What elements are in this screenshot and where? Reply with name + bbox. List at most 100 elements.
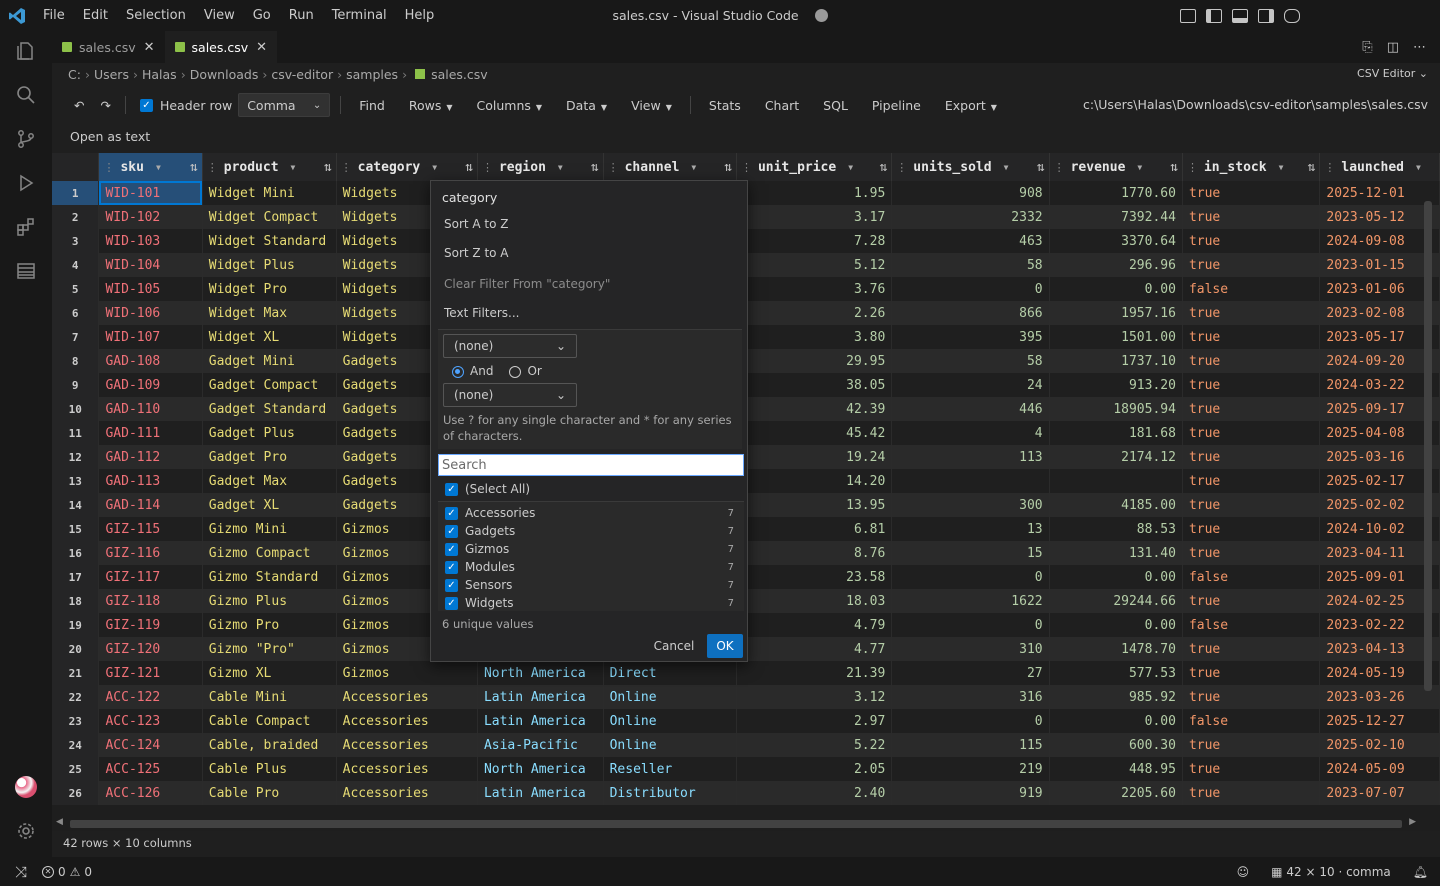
cell-units_sold[interactable]: 395 bbox=[891, 325, 1050, 349]
cell-in_stock[interactable]: true bbox=[1182, 517, 1321, 541]
column-header-region[interactable]: ⋮ region ▼ ⇅ bbox=[477, 153, 604, 181]
cell-in_stock[interactable]: true bbox=[1182, 301, 1321, 325]
row-number[interactable]: 21 bbox=[52, 661, 100, 685]
columns-menu-button[interactable]: Columns ▼ bbox=[465, 98, 555, 113]
filter-value-item[interactable]: ✓ Gizmos 7 bbox=[445, 542, 737, 556]
cell-revenue[interactable]: 296.96 bbox=[1049, 253, 1183, 277]
cell-category[interactable]: Accessories bbox=[336, 709, 478, 733]
cell-revenue[interactable]: 913.20 bbox=[1049, 373, 1183, 397]
cell-unit_price[interactable]: 21.39 bbox=[736, 661, 893, 685]
cell-product[interactable]: Cable Mini bbox=[202, 685, 337, 709]
cell-product[interactable]: Widget Max bbox=[202, 301, 337, 325]
cell-product[interactable]: Gadget Pro bbox=[202, 445, 337, 469]
cell-unit_price[interactable]: 4.79 bbox=[736, 613, 893, 637]
rows-menu-button[interactable]: Rows ▼ bbox=[397, 98, 465, 113]
cell-in_stock[interactable]: true bbox=[1182, 325, 1321, 349]
menu-edit[interactable]: Edit bbox=[74, 0, 117, 31]
cell-sku[interactable]: WID-103 bbox=[98, 229, 203, 253]
sort-icon[interactable]: ⇅ bbox=[190, 160, 198, 175]
cell-revenue[interactable]: 600.30 bbox=[1049, 733, 1183, 757]
cell-sku[interactable]: GIZ-120 bbox=[98, 637, 203, 661]
cell-in_stock[interactable]: true bbox=[1182, 661, 1321, 685]
cell-in_stock[interactable]: true bbox=[1182, 541, 1321, 565]
row-number[interactable]: 14 bbox=[52, 493, 100, 517]
cell-region[interactable]: North America bbox=[477, 757, 604, 781]
cell-product[interactable]: Gizmo Standard bbox=[202, 565, 337, 589]
drag-handle-icon[interactable]: ⋮ bbox=[1054, 161, 1065, 174]
cell-in_stock[interactable]: false bbox=[1182, 613, 1321, 637]
cell-revenue[interactable]: 0.00 bbox=[1049, 709, 1183, 733]
cell-sku[interactable]: GAD-109 bbox=[98, 373, 203, 397]
cell-category[interactable]: Accessories bbox=[336, 685, 478, 709]
cell-unit_price[interactable]: 29.95 bbox=[736, 349, 893, 373]
drag-handle-icon[interactable]: ⋮ bbox=[608, 161, 619, 174]
cell-sku[interactable]: WID-105 bbox=[98, 277, 203, 301]
cell-in_stock[interactable]: false bbox=[1182, 709, 1321, 733]
row-number[interactable]: 25 bbox=[52, 757, 100, 781]
cell-units_sold[interactable]: 0 bbox=[891, 709, 1050, 733]
cell-revenue[interactable]: 1478.70 bbox=[1049, 637, 1183, 661]
view-menu-button[interactable]: View ▼ bbox=[619, 98, 684, 113]
extensions-icon[interactable] bbox=[12, 213, 40, 241]
cell-region[interactable]: Latin America bbox=[477, 685, 604, 709]
cell-in_stock[interactable]: false bbox=[1182, 277, 1321, 301]
cell-unit_price[interactable]: 14.20 bbox=[736, 469, 893, 493]
filter-caret-icon[interactable]: ▼ bbox=[691, 163, 696, 172]
sort-icon[interactable]: ⇅ bbox=[1308, 160, 1316, 175]
row-number[interactable]: 8 bbox=[52, 349, 100, 373]
cell-revenue[interactable] bbox=[1049, 469, 1183, 493]
cell-product[interactable]: Gadget Standard bbox=[202, 397, 337, 421]
copilot-icon[interactable] bbox=[814, 9, 828, 22]
row-number[interactable]: 26 bbox=[52, 781, 100, 805]
cell-sku[interactable]: GAD-112 bbox=[98, 445, 203, 469]
vertical-scrollbar[interactable] bbox=[1422, 181, 1434, 817]
column-header-channel[interactable]: ⋮ channel ▼ ⇅ bbox=[603, 153, 737, 181]
ok-button[interactable]: OK bbox=[707, 634, 743, 658]
cell-sku[interactable]: GAD-108 bbox=[98, 349, 203, 373]
cell-units_sold[interactable]: 113 bbox=[891, 445, 1050, 469]
cell-unit_price[interactable]: 4.77 bbox=[736, 637, 893, 661]
cell-unit_price[interactable]: 23.58 bbox=[736, 565, 893, 589]
cell-revenue[interactable]: 29244.66 bbox=[1049, 589, 1183, 613]
drag-handle-icon[interactable]: ⋮ bbox=[207, 161, 218, 174]
cell-units_sold[interactable]: 2332 bbox=[891, 205, 1050, 229]
csv-table-icon[interactable] bbox=[12, 257, 40, 285]
filter-caret-icon[interactable]: ▼ bbox=[156, 163, 161, 172]
cell-unit_price[interactable]: 2.40 bbox=[736, 781, 893, 805]
breadcrumb-item[interactable]: Halas bbox=[142, 67, 177, 82]
cell-revenue[interactable]: 18905.94 bbox=[1049, 397, 1183, 421]
cell-category[interactable]: Accessories bbox=[336, 781, 478, 805]
cell-sku[interactable]: ACC-123 bbox=[98, 709, 203, 733]
open-changes-icon[interactable]: ⎘ bbox=[1362, 40, 1372, 55]
cell-product[interactable]: Gizmo Mini bbox=[202, 517, 337, 541]
cell-unit_price[interactable]: 2.26 bbox=[736, 301, 893, 325]
cell-units_sold[interactable]: 300 bbox=[891, 493, 1050, 517]
customize-layout-icon[interactable] bbox=[1180, 8, 1196, 23]
column-header-revenue[interactable]: ⋮ revenue ▼ ⇅ bbox=[1049, 153, 1183, 181]
problems-indicator[interactable]: ✕ 0 ⚠ 0 bbox=[42, 865, 92, 879]
cell-units_sold[interactable]: 1622 bbox=[891, 589, 1050, 613]
cell-in_stock[interactable]: true bbox=[1182, 229, 1321, 253]
cell-units_sold[interactable]: 0 bbox=[891, 565, 1050, 589]
row-number[interactable]: 16 bbox=[52, 541, 100, 565]
cell-units_sold[interactable]: 4 bbox=[891, 421, 1050, 445]
filter-value-item[interactable]: ✓ Gadgets 7 bbox=[445, 524, 737, 538]
account-avatar[interactable] bbox=[12, 773, 40, 801]
cell-in_stock[interactable]: true bbox=[1182, 181, 1321, 205]
row-number[interactable]: 1 bbox=[52, 181, 100, 205]
cell-category[interactable]: Accessories bbox=[336, 757, 478, 781]
column-header-sku[interactable]: ⋮ sku ▼ ⇅ bbox=[98, 153, 203, 181]
cell-channel[interactable]: Online bbox=[603, 709, 737, 733]
cell-product[interactable]: Cable Pro bbox=[202, 781, 337, 805]
stats-button[interactable]: Stats bbox=[697, 98, 753, 113]
close-icon[interactable]: ✕ bbox=[144, 40, 155, 55]
cell-channel[interactable]: Online bbox=[603, 685, 737, 709]
row-number[interactable]: 11 bbox=[52, 421, 100, 445]
cell-unit_price[interactable]: 3.12 bbox=[736, 685, 893, 709]
cell-in_stock[interactable]: true bbox=[1182, 349, 1321, 373]
toggle-primary-sidebar-icon[interactable] bbox=[1206, 8, 1222, 23]
cell-channel[interactable]: Reseller bbox=[603, 757, 737, 781]
drag-handle-icon[interactable]: ⋮ bbox=[1324, 161, 1335, 174]
filter-caret-icon[interactable]: ▼ bbox=[291, 163, 296, 172]
condition-select-1[interactable]: (none) ⌄ bbox=[443, 334, 577, 358]
